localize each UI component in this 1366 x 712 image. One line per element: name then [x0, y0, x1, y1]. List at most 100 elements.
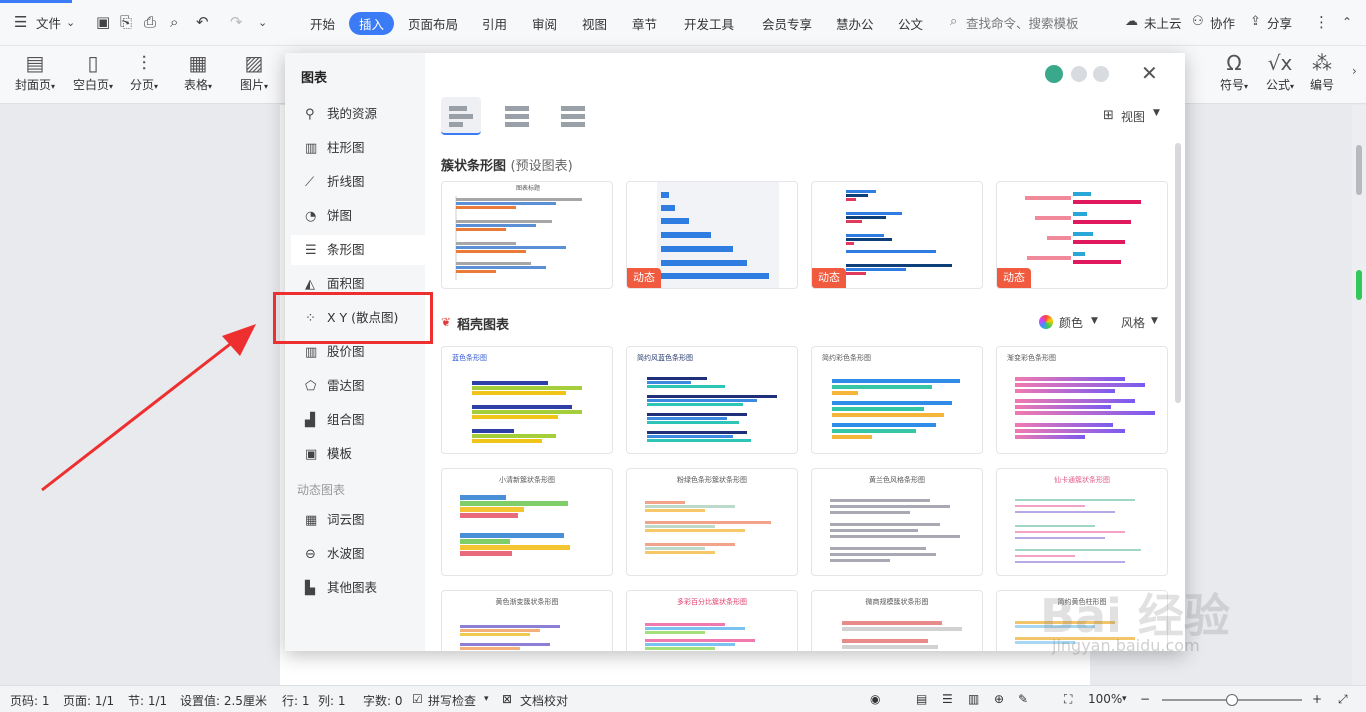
chart-card[interactable]: 微商规模簇状条形图	[811, 590, 983, 651]
vertical-scrollbar[interactable]	[1352, 105, 1366, 685]
chart-card[interactable]: 动态	[996, 181, 1168, 289]
chart-card[interactable]: 简约彩色条形图	[811, 346, 983, 454]
hamburger-icon[interactable]: ☰	[14, 13, 27, 31]
picture-button[interactable]: ▨ 图片▾	[234, 50, 274, 93]
file-menu[interactable]: 文件	[36, 13, 61, 32]
zoom-out-icon[interactable]: −	[1140, 692, 1150, 706]
avatar[interactable]	[1045, 65, 1063, 83]
doc-check[interactable]: 文档校对	[520, 692, 568, 709]
chart-card[interactable]: 黄色渐变簇状条形图	[441, 590, 613, 651]
blank-page-button[interactable]: ▯ 空白页▾	[68, 50, 118, 93]
chevron-down-icon[interactable]: ▼	[1151, 316, 1158, 326]
tab-official-doc[interactable]: 公文	[888, 12, 933, 35]
symbol-button[interactable]: Ω 符号▾	[1214, 50, 1254, 93]
chart-card[interactable]: 图表标题	[441, 181, 613, 289]
formula-button[interactable]: √x 公式▾	[1260, 50, 1300, 93]
chart-card[interactable]: 小清新簇状条形图	[441, 468, 613, 576]
save-icon[interactable]: ▣	[96, 13, 110, 31]
cloud-status[interactable]: 未上云	[1144, 13, 1182, 32]
chevron-down-icon[interactable]: ▾	[1122, 694, 1127, 704]
scroll-thumb[interactable]	[1356, 145, 1362, 195]
fullscreen-icon[interactable]: ⤢	[1338, 692, 1348, 707]
sidebar-item-other-charts[interactable]: ▙ 其他图表	[291, 573, 425, 603]
redo-icon[interactable]: ↷	[230, 13, 243, 31]
export-icon[interactable]: ⎘	[120, 13, 132, 31]
chart-card[interactable]: 黄兰色风格条形图	[811, 468, 983, 576]
collab-button[interactable]: 协作	[1210, 13, 1235, 32]
chart-card[interactable]: 多彩百分比簇状条形图	[626, 590, 798, 651]
sidebar-item-radar[interactable]: ⬠ 雷达图	[291, 371, 425, 401]
sidebar-item-word-cloud[interactable]: ▦ 词云图	[291, 505, 425, 535]
color-button[interactable]: 颜色	[1059, 314, 1083, 331]
cover-page-button[interactable]: ▤ 封面页▾	[10, 50, 60, 93]
chart-card[interactable]: 简约风蓝色条形图	[626, 346, 798, 454]
word-count[interactable]: 字数: 0	[363, 692, 403, 709]
sidebar-item-combo[interactable]: ▟ 组合图	[291, 405, 425, 435]
sidebar-item-line[interactable]: ⟋ 折线图	[291, 167, 425, 197]
chevron-down-icon[interactable]: ▼	[1091, 316, 1098, 326]
tab-review[interactable]: 审阅	[522, 12, 567, 35]
table-button[interactable]: ▦ 表格▾	[178, 50, 218, 93]
tab-section[interactable]: 章节	[622, 12, 667, 35]
dynamic-badge: 动态	[812, 268, 846, 288]
outline-view-icon[interactable]: ☰	[942, 692, 953, 706]
search-icon: ⌕	[950, 14, 958, 29]
more-dropdown-icon[interactable]: ⌄	[258, 16, 267, 29]
fit-page-icon[interactable]: ⛶	[1064, 692, 1072, 707]
page-view-icon[interactable]: ▤	[916, 692, 927, 706]
command-search[interactable]: 查找命令、搜索模板	[966, 13, 1079, 32]
view-button[interactable]: 视图	[1121, 108, 1145, 125]
page-count[interactable]: 页面: 1/1	[63, 692, 114, 709]
ribbon-scroll-right-icon[interactable]: ›	[1352, 64, 1357, 78]
close-icon[interactable]: ✕	[1141, 61, 1158, 85]
chevron-down-icon[interactable]: ▼	[1153, 108, 1160, 118]
tab-references[interactable]: 引用	[472, 12, 517, 35]
chevron-down-icon[interactable]: ⌄	[66, 16, 75, 29]
print-preview-icon[interactable]: ⌕	[170, 13, 178, 31]
zoom-level[interactable]: 100%	[1088, 692, 1122, 706]
spell-check[interactable]: 拼写检查	[428, 692, 476, 709]
chart-card[interactable]: 仙卡通簇状条形图	[996, 468, 1168, 576]
eye-protect-icon[interactable]: ◉	[870, 692, 880, 706]
chart-card[interactable]: 粉绿色条形簇状条形图	[626, 468, 798, 576]
tab-view[interactable]: 视图	[572, 12, 617, 35]
subtab-clustered-bar[interactable]	[441, 97, 481, 135]
subtab-stacked-bar[interactable]	[497, 97, 537, 135]
checkbox-icon[interactable]: ☑	[412, 692, 423, 706]
chart-card[interactable]: 动态	[626, 181, 798, 289]
tab-insert[interactable]: 插入	[349, 12, 395, 35]
undo-icon[interactable]: ↶	[196, 13, 209, 31]
page-break-button[interactable]: ⫶ 分页▾	[124, 50, 164, 93]
tab-smart-office[interactable]: 慧办公	[826, 12, 884, 35]
pen-icon[interactable]: ✎	[1018, 692, 1028, 706]
numbering-button[interactable]: ⁂ 编号	[1302, 50, 1342, 93]
collapse-ribbon-icon[interactable]: ⌃	[1342, 15, 1352, 29]
tab-member[interactable]: 会员专享	[752, 12, 822, 35]
chevron-down-icon[interactable]: ▾	[484, 694, 489, 704]
sidebar-item-my-resources[interactable]: ⚲ 我的资源	[291, 99, 425, 129]
subtab-percent-bar[interactable]	[553, 97, 593, 135]
tab-page-layout[interactable]: 页面布局	[398, 12, 468, 35]
sidebar-item-column[interactable]: ▥ 柱形图	[291, 133, 425, 163]
share-button[interactable]: 分享	[1267, 13, 1292, 32]
grid-view-icon[interactable]: ⊞	[1103, 108, 1114, 123]
print-icon[interactable]: ⎙	[144, 13, 156, 31]
read-view-icon[interactable]: ▥	[968, 692, 979, 706]
tab-developer[interactable]: 开发工具	[674, 12, 744, 35]
sidebar-item-template[interactable]: ▣ 模板	[291, 439, 425, 469]
sidebar-item-water-wave[interactable]: ⊖ 水波图	[291, 539, 425, 569]
chart-card[interactable]: 渐变彩色条形图	[996, 346, 1168, 454]
sidebar-item-pie[interactable]: ◔ 饼图	[291, 201, 425, 231]
page-break-label: 分页	[129, 78, 154, 92]
tab-home[interactable]: 开始	[300, 12, 345, 35]
web-view-icon[interactable]: ⊕	[994, 692, 1004, 706]
chart-card[interactable]: 蓝色条形图	[441, 346, 613, 454]
gallery-scrollbar[interactable]	[1175, 143, 1181, 403]
style-button[interactable]: 风格	[1121, 314, 1145, 331]
more-icon[interactable]: ⋮	[1314, 13, 1329, 31]
zoom-slider-handle[interactable]	[1226, 694, 1238, 706]
chart-card[interactable]: 动态	[811, 181, 983, 289]
sidebar-item-bar[interactable]: ☰ 条形图	[291, 235, 425, 265]
zoom-in-icon[interactable]: +	[1312, 692, 1322, 706]
vip-badge-icon	[1071, 66, 1087, 82]
